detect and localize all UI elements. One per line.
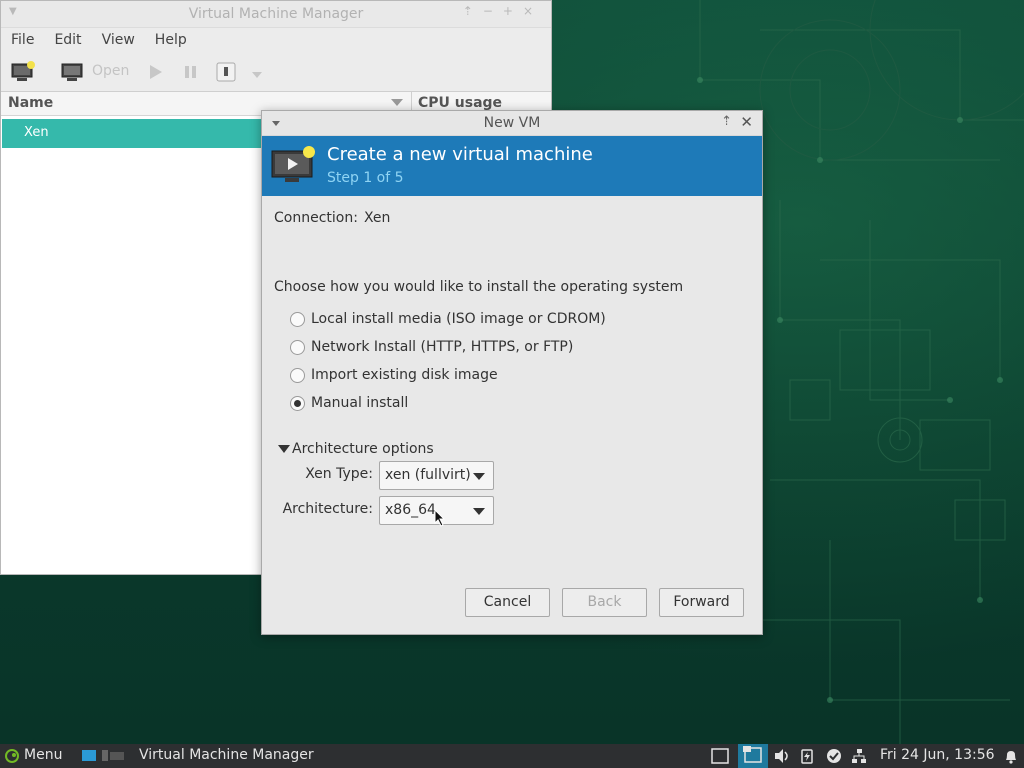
install-method-prompt: Choose how you would like to install the… — [274, 279, 684, 295]
menu-edit[interactable]: Edit — [54, 28, 81, 52]
vmm-toolbar: Open — [1, 52, 551, 92]
wizard-banner: Create a new virtual machine Step 1 of 5 — [262, 136, 762, 196]
volume-icon[interactable] — [773, 748, 791, 768]
chevron-down-icon — [473, 508, 485, 515]
menu-help[interactable]: Help — [155, 28, 187, 52]
radio-manual-install[interactable]: Manual install — [290, 393, 408, 413]
connection-value: Xen — [363, 210, 391, 226]
open-button[interactable]: Open — [92, 63, 129, 79]
architecture-expander[interactable]: Architecture options — [278, 441, 434, 457]
architecture-value: x86_64 — [385, 502, 436, 518]
bell-icon[interactable] — [1003, 748, 1019, 768]
expander-arrow-icon — [278, 445, 290, 453]
cancel-button[interactable]: Cancel — [465, 588, 550, 617]
xen-type-value: xen (fullvirt) — [385, 467, 471, 483]
workspace-active-icon[interactable] — [738, 744, 768, 768]
architecture-label: Architecture: — [282, 501, 373, 517]
show-desktop-icon[interactable] — [82, 749, 132, 767]
radio-button-checked[interactable] — [290, 395, 305, 411]
battery-icon[interactable] — [800, 748, 814, 768]
vmm-menubar: File Edit View Help — [1, 28, 551, 52]
chevron-down-icon — [473, 473, 485, 480]
back-button[interactable]: Back — [562, 588, 647, 617]
radio-label: Import existing disk image — [311, 367, 498, 383]
column-name[interactable]: Name — [8, 95, 53, 111]
new-vm-dialog: New VM ⇡ ✕ Create a new virtual machine … — [261, 110, 763, 635]
radio-label: Manual install — [311, 395, 409, 411]
window-controls-icon[interactable]: ⇡−+× — [463, 4, 543, 18]
dialog-title: New VM — [483, 115, 541, 131]
xen-type-label: Xen Type: — [305, 466, 373, 482]
play-icon[interactable] — [147, 61, 165, 87]
xen-type-select[interactable]: xen (fullvirt) — [379, 461, 494, 490]
maximize-icon[interactable]: ⇡ — [721, 114, 732, 129]
column-cpu-usage[interactable]: CPU usage — [418, 95, 502, 111]
dialog-titlebar[interactable]: New VM ⇡ ✕ — [262, 111, 762, 136]
taskbar: Menu Virtual Machine Manager Fri 24 Jun,… — [0, 744, 1024, 768]
menu-file[interactable]: File — [11, 28, 34, 52]
check-icon[interactable] — [826, 748, 842, 768]
radio-button[interactable] — [290, 311, 305, 327]
taskbar-app-vmm[interactable]: Virtual Machine Manager — [139, 747, 314, 763]
mouse-pointer-icon — [434, 509, 446, 527]
clock[interactable]: Fri 24 Jun, 13:56 — [880, 747, 995, 763]
sort-arrow-icon — [391, 99, 403, 106]
wizard-title: Create a new virtual machine — [327, 144, 593, 165]
power-icon[interactable] — [215, 61, 237, 87]
connection-label: Connection: — [274, 210, 358, 226]
monitor-new-icon — [271, 145, 317, 191]
close-icon[interactable]: ✕ — [740, 113, 753, 131]
connection-row: Connection: Xen — [274, 210, 390, 226]
chevron-down-icon[interactable] — [251, 67, 263, 83]
radio-label: Network Install (HTTP, HTTPS, or FTP) — [311, 339, 574, 355]
menu-view[interactable]: View — [102, 28, 135, 52]
monitor-new-icon[interactable] — [11, 61, 37, 87]
menu-button[interactable]: Menu — [24, 747, 62, 763]
network-icon[interactable] — [851, 748, 867, 768]
radio-import-disk[interactable]: Import existing disk image — [290, 365, 498, 385]
wizard-step: Step 1 of 5 — [327, 170, 404, 186]
monitor-icon[interactable] — [61, 61, 85, 87]
vmm-titlebar[interactable]: ▼ Virtual Machine Manager ⇡−+× — [1, 1, 551, 28]
expander-label: Architecture options — [292, 441, 434, 457]
vm-name: Xen — [24, 125, 49, 140]
workspace-icon[interactable] — [711, 748, 729, 768]
opensuse-logo-icon[interactable] — [4, 749, 20, 767]
radio-network-install[interactable]: Network Install (HTTP, HTTPS, or FTP) — [290, 337, 573, 357]
radio-local-media[interactable]: Local install media (ISO image or CDROM) — [290, 309, 606, 329]
radio-button[interactable] — [290, 339, 305, 355]
radio-button[interactable] — [290, 367, 305, 383]
pause-icon[interactable] — [182, 61, 200, 87]
radio-label: Local install media (ISO image or CDROM) — [311, 311, 606, 327]
forward-button[interactable]: Forward — [659, 588, 744, 617]
